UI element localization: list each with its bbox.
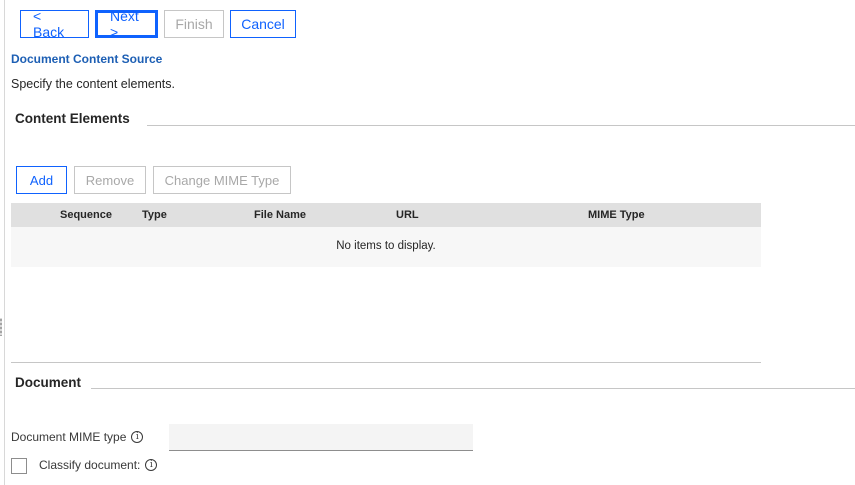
back-button[interactable]: < Back <box>20 8 89 40</box>
resize-grip-icon[interactable] <box>0 318 2 336</box>
classify-document-checkbox[interactable] <box>11 458 27 474</box>
content-elements-toolbar: Add Remove Change MIME Type <box>16 166 291 194</box>
add-button[interactable]: Add <box>16 166 67 194</box>
cancel-button[interactable]: Cancel <box>230 10 296 38</box>
classify-document-label: Classify document: i <box>39 458 158 472</box>
wizard-button-bar: < Back Next > Finish Cancel <box>20 8 296 40</box>
column-header-file-name[interactable]: File Name <box>254 209 306 221</box>
next-button[interactable]: Next > <box>95 8 158 40</box>
grid-header: Sequence Type File Name URL MIME Type <box>11 203 761 227</box>
wizard-page: < Back Next > Finish Cancel Document Con… <box>0 0 855 485</box>
finish-button[interactable]: Finish <box>164 10 224 38</box>
info-icon[interactable]: i <box>131 431 144 443</box>
grid-body: No items to display. <box>11 227 761 267</box>
document-mime-type-input[interactable] <box>169 424 473 451</box>
column-header-mime-type[interactable]: MIME Type <box>588 209 645 221</box>
document-divider <box>91 388 855 389</box>
column-header-sequence[interactable]: Sequence <box>60 209 112 221</box>
page-description: Specify the content elements. <box>11 77 175 91</box>
column-header-url[interactable]: URL <box>396 209 419 221</box>
content-elements-grid: Sequence Type File Name URL MIME Type No… <box>11 203 761 267</box>
info-icon[interactable]: i <box>145 459 158 471</box>
change-mime-type-button[interactable]: Change MIME Type <box>153 166 291 194</box>
column-header-type[interactable]: Type <box>142 209 167 221</box>
classify-document-label-text: Classify document: <box>39 458 141 472</box>
document-heading: Document <box>15 375 82 390</box>
document-mime-type-label-text: Document MIME type <box>11 430 127 444</box>
grid-bottom-divider <box>11 362 761 363</box>
page-title: Document Content Source <box>11 52 163 66</box>
grid-empty-message: No items to display. <box>336 240 436 252</box>
document-mime-type-label: Document MIME type i <box>11 430 144 444</box>
remove-button[interactable]: Remove <box>74 166 146 194</box>
content-elements-divider <box>147 125 855 126</box>
content-elements-heading: Content Elements <box>15 111 130 126</box>
pane-divider <box>4 0 5 485</box>
